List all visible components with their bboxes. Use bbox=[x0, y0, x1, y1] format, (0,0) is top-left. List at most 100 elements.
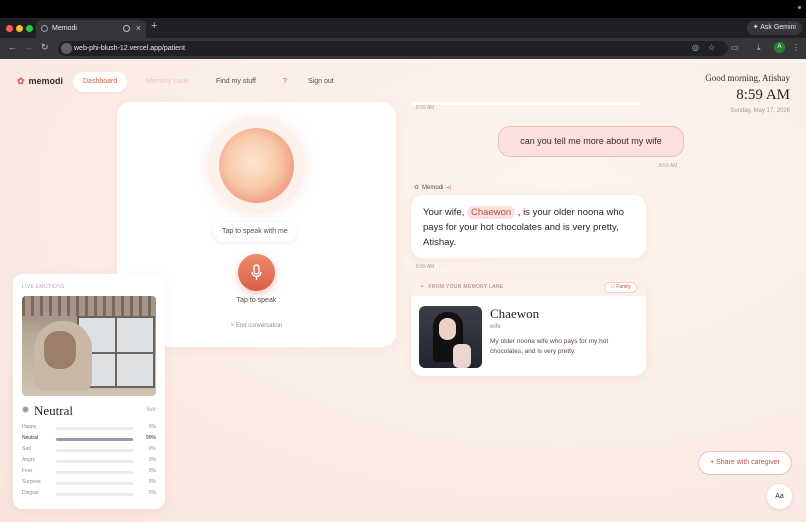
url-text: web-phi-blush-12.vercel.app/patient bbox=[74, 45, 185, 52]
memory-header-label: FROM YOUR MEMORY LANE bbox=[428, 284, 504, 290]
address-toolbar: ← → ↻ web-phi-blush-12.vercel.app/patien… bbox=[0, 38, 806, 59]
photo-face bbox=[439, 318, 456, 340]
emotion-bar bbox=[56, 493, 134, 496]
assistant-name: Memodi bbox=[422, 185, 444, 191]
voice-orb-core bbox=[219, 128, 294, 203]
globe-icon bbox=[41, 25, 48, 32]
app-logo[interactable]: ✿ memodi bbox=[17, 76, 63, 87]
speaker-icon[interactable]: ◂) bbox=[446, 185, 451, 191]
camera-indicator-icon bbox=[798, 6, 801, 9]
system-menu-bar bbox=[0, 0, 806, 18]
emotion-bar bbox=[56, 471, 134, 474]
emotion-row: Angry 0% bbox=[22, 457, 156, 466]
emotion-row: Sad 0% bbox=[22, 446, 156, 455]
more-menu-icon[interactable]: ⋮ bbox=[792, 43, 800, 52]
emotion-row: Surprise 0% bbox=[22, 479, 156, 488]
ask-gemini-button[interactable]: ✦ Ask Gemini bbox=[746, 21, 802, 35]
memory-card[interactable]: ⚭ FROM YOUR MEMORY LANE ⚇ Family Chaewon … bbox=[411, 278, 646, 376]
previous-message-edge bbox=[411, 102, 641, 105]
family-tag-label: Family bbox=[616, 284, 631, 290]
flower-logo-icon: ✿ bbox=[414, 185, 420, 191]
back-icon[interactable]: ← bbox=[8, 42, 17, 52]
emotion-name: Angry bbox=[22, 457, 36, 463]
nav-find-my-stuff[interactable]: Find my stuff bbox=[206, 72, 266, 92]
text-size-button[interactable]: Aa bbox=[767, 484, 792, 509]
emotion-bar bbox=[56, 427, 134, 430]
help-button[interactable]: ? bbox=[273, 72, 297, 92]
share-with-caregiver-button[interactable]: + Share with caregiver bbox=[698, 451, 792, 475]
site-info-icon[interactable] bbox=[61, 43, 72, 54]
url-bar[interactable]: web-phi-blush-12.vercel.app/patient bbox=[58, 41, 728, 56]
live-emotions-card: LIVE EMOTIONS Neutral live Happy 0% Neutra… bbox=[13, 274, 165, 509]
reading-mode-icon[interactable]: ▭ bbox=[731, 43, 739, 52]
reload-icon[interactable]: ↻ bbox=[41, 42, 49, 53]
emotion-name: Neutral bbox=[22, 435, 39, 441]
live-emotions-label: LIVE EMOTIONS bbox=[22, 284, 65, 290]
emotion-row: Disgust 0% bbox=[22, 490, 156, 499]
greeting: Good morning, Atishay bbox=[705, 73, 790, 83]
user-message-bubble: can you tell me more about my wife bbox=[498, 126, 684, 157]
emotion-name: Disgust bbox=[22, 490, 39, 496]
close-tab-icon[interactable]: × bbox=[136, 23, 141, 33]
ask-gemini-label: Ask Gemini bbox=[760, 24, 796, 31]
emotion-percent: 0% bbox=[148, 424, 156, 430]
memory-relation: wife bbox=[490, 324, 501, 330]
emotion-bar bbox=[56, 438, 134, 441]
forward-icon[interactable]: → bbox=[24, 42, 33, 52]
emotion-bar bbox=[56, 449, 134, 452]
memory-card-header: ⚭ FROM YOUR MEMORY LANE ⚇ Family bbox=[411, 278, 646, 296]
emotion-name: Surprise bbox=[22, 479, 41, 485]
memory-person-name: Chaewon bbox=[490, 306, 540, 321]
link-icon: ⚭ bbox=[420, 284, 425, 290]
browser-tab[interactable]: Memodi × bbox=[36, 20, 146, 38]
clock-time: 8:59 AM bbox=[736, 87, 790, 103]
new-tab-icon[interactable]: + bbox=[151, 20, 157, 32]
incognito-icon[interactable]: ◎ bbox=[692, 43, 699, 52]
memory-description: My older noona wife who pays for my hot … bbox=[490, 338, 609, 355]
emotion-percent: 0% bbox=[148, 490, 156, 496]
tab-title: Memodi bbox=[52, 25, 77, 32]
emotion-name: Fear bbox=[22, 468, 33, 474]
memory-photo bbox=[419, 306, 482, 368]
emotion-percent: 0% bbox=[148, 446, 156, 452]
minimize-window-icon[interactable] bbox=[16, 25, 23, 32]
family-tag: ⚇ Family bbox=[604, 282, 637, 293]
emotion-status-dot bbox=[22, 406, 29, 413]
current-emotion: Neutral bbox=[34, 403, 73, 418]
voice-orb[interactable] bbox=[210, 119, 303, 212]
microphone-icon bbox=[251, 264, 262, 280]
photo-shoulder bbox=[453, 344, 471, 368]
speak-prompt: Tap to speak with me bbox=[213, 222, 297, 242]
emotion-percent: 0% bbox=[148, 457, 156, 463]
user-message-timestamp: 8:59 AM bbox=[659, 163, 678, 169]
reply-timestamp: 8:59 AM bbox=[416, 264, 435, 270]
close-window-icon[interactable] bbox=[6, 25, 13, 32]
emotion-name: Happy bbox=[22, 424, 37, 430]
app-page: ✿ memodi Dashboard Memory Lane Find my st… bbox=[0, 59, 806, 522]
reply-highlight-name: Chaewon bbox=[467, 206, 516, 219]
clock-date: Sunday, May 17, 2026 bbox=[730, 108, 790, 114]
message-timestamp: 8:59 AM bbox=[416, 105, 435, 111]
ceiling-beams bbox=[22, 296, 156, 316]
emotion-bar bbox=[56, 482, 134, 485]
profile-avatar[interactable]: A bbox=[774, 42, 785, 53]
emotion-row: Neutral 99% bbox=[22, 435, 156, 444]
download-icon[interactable]: ⤓ bbox=[757, 43, 761, 53]
nav-memory-lane[interactable]: Memory Lane bbox=[136, 72, 199, 92]
emotion-percent: 0% bbox=[148, 468, 156, 474]
logo-text: memodi bbox=[28, 76, 64, 86]
assistant-reply-bubble: Your wife, Chaewon , is your older noona… bbox=[411, 195, 646, 258]
emotion-percent: 99% bbox=[145, 435, 156, 441]
mic-button[interactable] bbox=[238, 254, 275, 291]
reply-text-start: Your wife, bbox=[423, 207, 468, 218]
recording-icon bbox=[123, 25, 130, 32]
emotion-name: Sad bbox=[22, 446, 31, 452]
nav-dashboard[interactable]: Dashboard bbox=[73, 72, 128, 92]
emotion-row: Fear 0% bbox=[22, 468, 156, 477]
sign-out-button[interactable]: Sign out bbox=[298, 72, 344, 92]
bookmark-star-icon[interactable]: ☆ bbox=[708, 43, 715, 52]
emotion-bar-fill bbox=[56, 438, 134, 441]
assistant-label: ✿ Memodi ◂) bbox=[414, 184, 451, 191]
emotion-percent: 0% bbox=[148, 479, 156, 485]
maximize-window-icon[interactable] bbox=[26, 25, 33, 32]
